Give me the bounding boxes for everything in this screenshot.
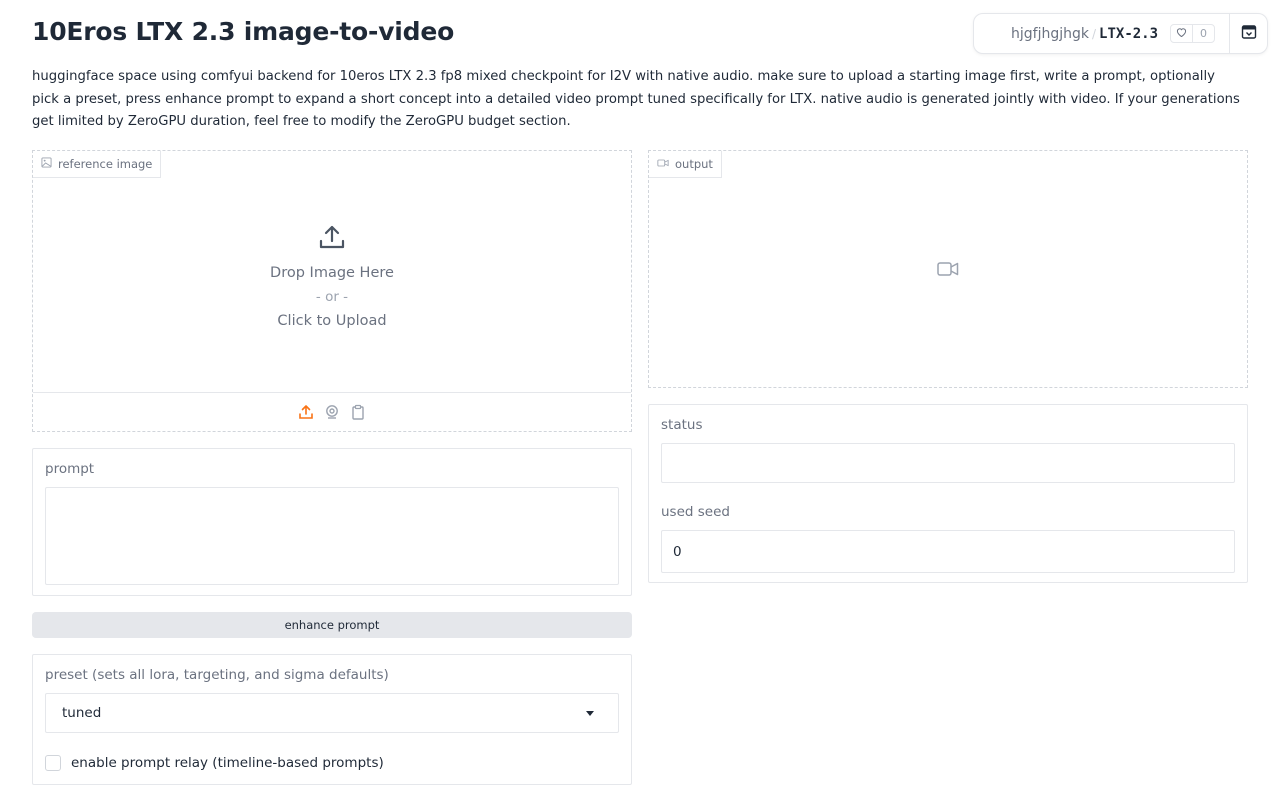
- reference-image-label: reference image: [33, 151, 162, 178]
- preset-label: preset (sets all lora, targeting, and si…: [45, 667, 389, 683]
- used-seed-field[interactable]: 0: [661, 530, 1235, 573]
- collapse-header-button[interactable]: [1229, 14, 1267, 53]
- prompt-relay-option[interactable]: enable prompt relay (timeline-based prom…: [45, 755, 384, 771]
- or-separator-text: - or -: [315, 289, 349, 305]
- image-icon: [41, 157, 52, 171]
- like-button[interactable]: 0: [1170, 24, 1216, 43]
- webcam-icon[interactable]: [324, 404, 340, 420]
- image-source-selector: [33, 392, 631, 431]
- used-seed-label: used seed: [661, 504, 730, 520]
- page-title: 10Eros LTX 2.3 image-to-video: [32, 17, 455, 46]
- prompt-panel: prompt: [32, 448, 632, 596]
- reference-image-label-text: reference image: [58, 157, 153, 171]
- video-placeholder-icon: [937, 261, 959, 281]
- app-description: huggingface space using comfyui backend …: [32, 69, 1240, 129]
- click-to-upload-text: Click to Upload: [277, 313, 387, 329]
- enhance-prompt-button[interactable]: enhance prompt: [32, 612, 632, 638]
- status-field[interactable]: [661, 443, 1235, 483]
- prompt-label: prompt: [45, 461, 95, 477]
- output-video-panel: output: [648, 150, 1248, 388]
- preset-selected-value: tuned: [62, 705, 102, 721]
- space-header-badge: hjgfjhgjhgk / LTX-2.3 0: [973, 13, 1268, 54]
- space-repo-link[interactable]: LTX-2.3: [1099, 26, 1158, 42]
- clipboard-icon[interactable]: [350, 404, 366, 420]
- heart-icon: [1171, 25, 1194, 42]
- video-icon: [657, 157, 669, 171]
- output-label-text: output: [675, 157, 713, 171]
- prompt-relay-checkbox[interactable]: [45, 755, 61, 771]
- output-label: output: [649, 151, 722, 178]
- preset-panel: preset (sets all lora, targeting, and si…: [32, 654, 632, 785]
- prompt-textarea[interactable]: [45, 487, 619, 585]
- collapse-icon: [1241, 24, 1257, 44]
- status-label: status: [661, 417, 703, 433]
- preset-dropdown[interactable]: tuned: [45, 693, 619, 733]
- dropdown-arrow-icon: [586, 710, 594, 716]
- image-drop-zone[interactable]: Drop Image Here - or - Click to Upload: [33, 151, 631, 392]
- drop-image-text: Drop Image Here: [270, 265, 394, 281]
- upload-arrow-icon: [318, 223, 346, 255]
- like-count: 0: [1200, 27, 1208, 40]
- space-owner-link[interactable]: hjgfjhgjhgk: [1011, 26, 1089, 42]
- status-panel: status used seed 0: [648, 404, 1248, 583]
- upload-icon[interactable]: [298, 404, 314, 420]
- reference-image-panel: Drop Image Here - or - Click to Upload r…: [32, 150, 632, 432]
- path-separator: /: [1091, 26, 1097, 41]
- prompt-relay-label: enable prompt relay (timeline-based prom…: [71, 755, 384, 771]
